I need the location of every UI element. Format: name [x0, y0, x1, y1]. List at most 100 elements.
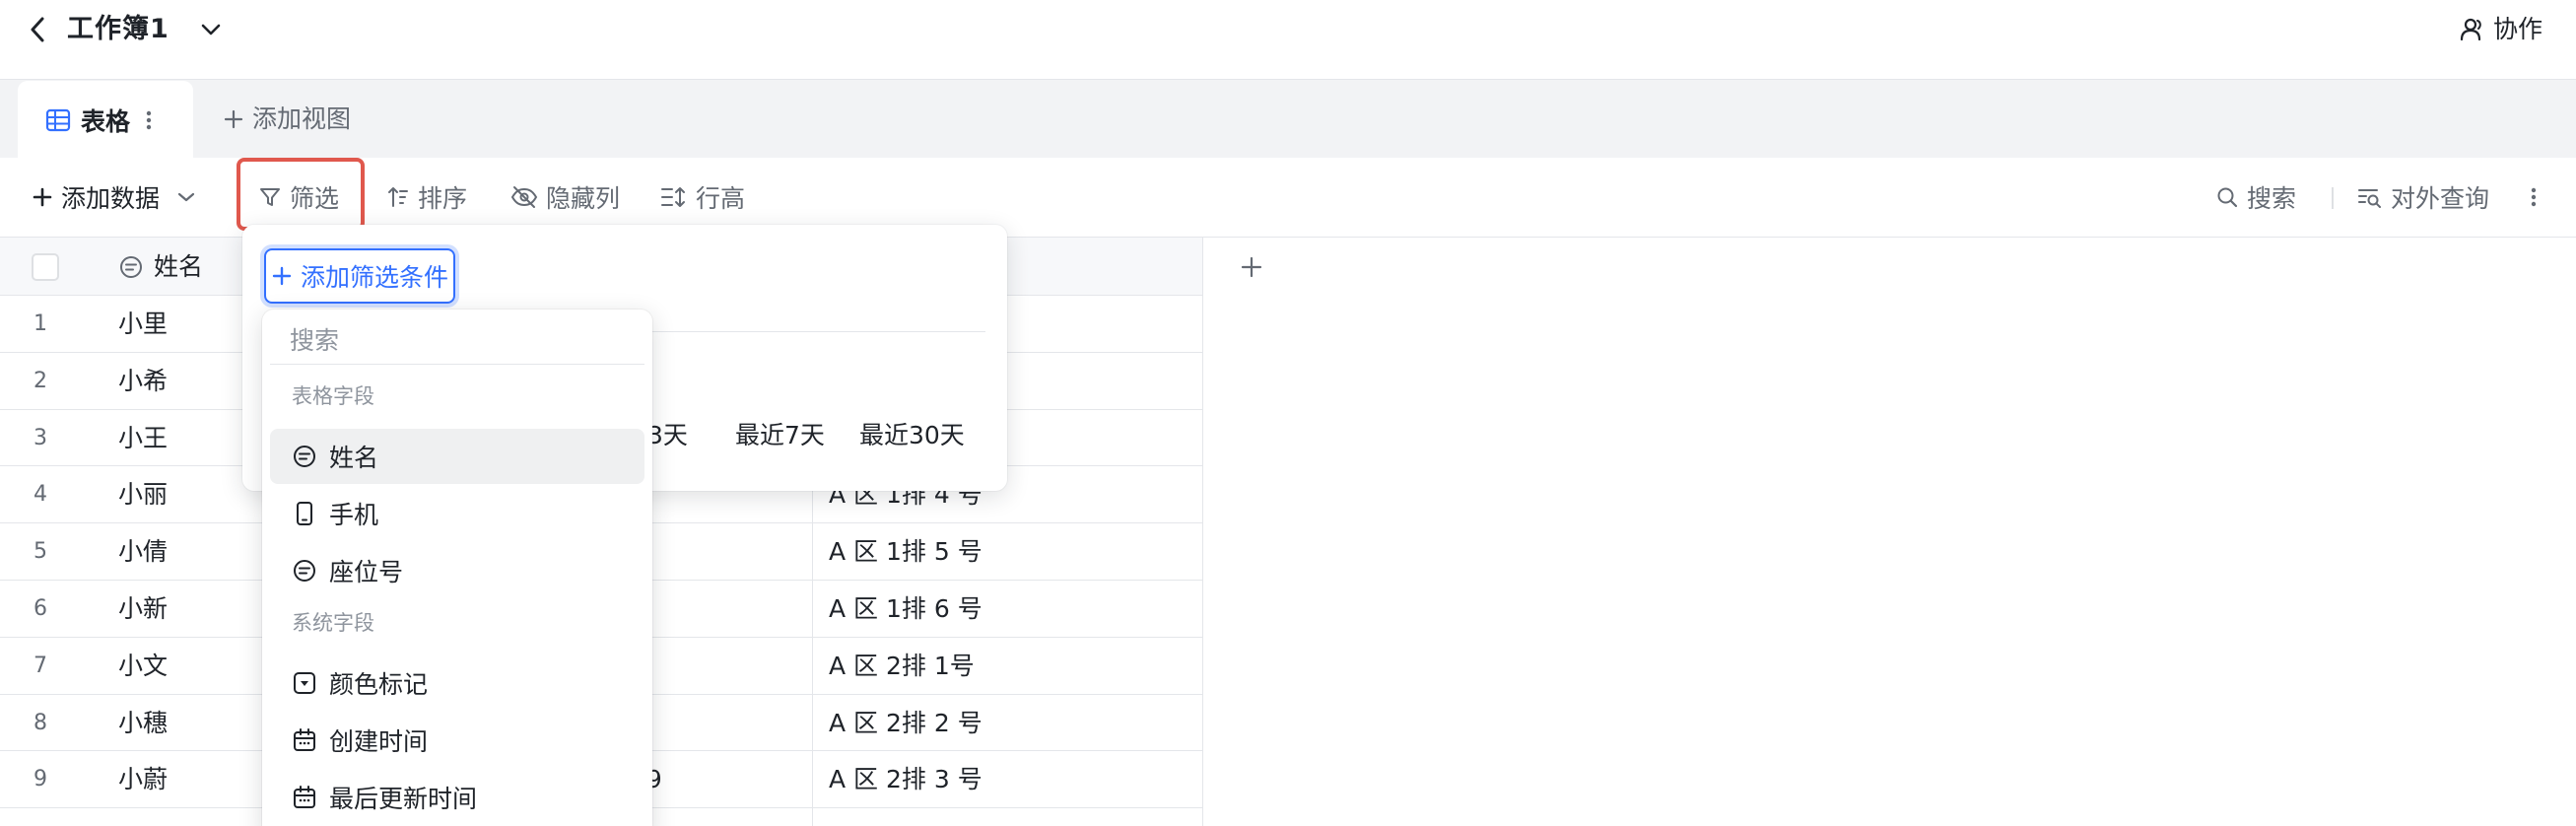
plus-icon: [32, 186, 53, 208]
row-number: 8: [34, 710, 47, 735]
phone-field-icon: [292, 501, 317, 526]
top-bar: 工作簿1 协作: [0, 0, 2576, 79]
cell-seat[interactable]: [812, 808, 1202, 826]
workbook-menu-button[interactable]: [197, 14, 225, 45]
collaborate-label: 协作: [2492, 15, 2542, 43]
column-divider: [1202, 296, 1203, 826]
cell-name[interactable]: 小倩: [118, 523, 168, 580]
text-field-icon: [292, 558, 317, 584]
select-all-checkbox[interactable]: [32, 253, 59, 281]
chevron-down-icon: [201, 24, 221, 35]
hide-columns-button[interactable]: 隐藏列: [510, 173, 620, 221]
more-options-button[interactable]: [2531, 173, 2537, 221]
add-view-label: 添加视图: [252, 104, 352, 133]
add-data-label: 添加数据: [61, 184, 161, 213]
workbook-title[interactable]: 工作簿1: [67, 8, 169, 51]
sort-label: 排序: [418, 184, 468, 213]
back-button[interactable]: [22, 12, 53, 47]
cell-seat[interactable]: A 区 2排 2 号: [812, 694, 1202, 751]
search-icon: [2215, 185, 2239, 209]
plus-icon: [271, 265, 293, 287]
row-height-label: 行高: [696, 184, 746, 213]
tab-label: 表格: [81, 106, 131, 136]
field-option-label: 最后更新时间: [329, 785, 478, 813]
tab-table-view[interactable]: 表格: [18, 81, 193, 159]
filter-label: 筛选: [290, 184, 340, 213]
add-filter-condition-button[interactable]: 添加筛选条件: [264, 248, 455, 304]
quick-filter-30-days[interactable]: 最近30天: [859, 416, 965, 455]
add-data-button[interactable]: 添加数据: [32, 173, 195, 221]
collaborate-button[interactable]: 协作: [2460, 10, 2542, 49]
field-option-label: 创建时间: [329, 727, 429, 756]
cell-name[interactable]: 小穗: [118, 695, 168, 751]
quick-filter-7-days[interactable]: 最近7天: [735, 416, 825, 455]
cell-name[interactable]: 小希: [118, 353, 168, 409]
row-number: 3: [34, 425, 47, 450]
public-query-label: 对外查询: [2391, 184, 2490, 213]
field-option-phone[interactable]: 手机: [270, 486, 644, 541]
cell-seat[interactable]: A 区 2排 3 号: [812, 751, 1202, 808]
row-number: 9: [34, 767, 47, 792]
field-option-label: 姓名: [329, 444, 379, 472]
cell-name[interactable]: 小丽: [118, 466, 168, 522]
more-vertical-icon[interactable]: [146, 109, 152, 131]
query-icon: [2357, 185, 2383, 209]
row-height-icon: [660, 185, 688, 209]
more-vertical-icon: [2531, 186, 2537, 208]
sort-button[interactable]: 排序: [386, 173, 467, 221]
cell-name[interactable]: 小文: [118, 638, 168, 694]
sort-icon: [386, 185, 410, 209]
table-icon: [45, 107, 71, 133]
field-select-dropdown: 表格字段 姓名 手机 座位号 系统字段 颜色标记 创建时间 最后更新时间: [262, 310, 652, 826]
search-button[interactable]: 搜索: [2215, 173, 2296, 221]
field-option-name[interactable]: 姓名: [270, 429, 644, 484]
cell-seat[interactable]: A 区 2排 1号: [812, 637, 1202, 694]
filter-icon: [258, 185, 282, 209]
eye-off-icon: [510, 185, 538, 209]
row-number: 1: [34, 311, 47, 336]
plus-icon: [1240, 255, 1263, 279]
column-header-label: 姓名: [154, 252, 204, 281]
row-number: 5: [34, 539, 47, 565]
add-view-button[interactable]: 添加视图: [223, 100, 351, 139]
plus-icon: [223, 108, 244, 130]
row-number: 6: [34, 595, 47, 621]
chevron-down-icon[interactable]: [177, 191, 195, 203]
search-label: 搜索: [2247, 184, 2297, 213]
field-option-label: 手机: [329, 501, 379, 529]
cell-name[interactable]: 小里: [118, 296, 168, 352]
field-option-seat[interactable]: 座位号: [270, 543, 644, 598]
row-number: 4: [34, 482, 47, 508]
grid-header-empty: [1202, 238, 2576, 297]
view-tab-bar: 表格 添加视图: [0, 79, 2576, 159]
text-field-icon: [292, 444, 317, 469]
user-icon: [2460, 17, 2485, 42]
table-fields-group-label: 表格字段: [292, 384, 374, 408]
cell-seat[interactable]: A 区 1排 5 号: [812, 523, 1202, 581]
add-column-button[interactable]: [1234, 249, 1269, 285]
system-fields-group-label: 系统字段: [292, 611, 374, 635]
cell-name[interactable]: 小王: [118, 410, 168, 466]
calendar-icon: [292, 785, 317, 810]
row-number: 7: [34, 653, 47, 678]
field-search-input[interactable]: [270, 317, 644, 365]
hide-columns-label: 隐藏列: [546, 184, 621, 213]
calendar-icon: [292, 727, 317, 753]
row-height-button[interactable]: 行高: [660, 173, 745, 221]
cell-name[interactable]: 小蔚: [118, 751, 168, 807]
toolbar-divider: [2332, 187, 2334, 209]
row-number: 2: [34, 368, 47, 393]
field-option-updated-time[interactable]: 最后更新时间: [270, 770, 644, 825]
cell-seat[interactable]: A 区 1排 6 号: [812, 580, 1202, 637]
filter-button[interactable]: 筛选: [258, 173, 339, 221]
text-field-icon: [118, 254, 144, 280]
public-query-button[interactable]: 对外查询: [2357, 173, 2489, 221]
field-option-label: 座位号: [329, 558, 404, 586]
field-option-color-mark[interactable]: 颜色标记: [270, 655, 644, 711]
cell-name[interactable]: 小新: [118, 581, 168, 637]
column-header-name[interactable]: 姓名: [118, 247, 203, 287]
chevron-left-icon: [30, 17, 45, 42]
field-option-created-time[interactable]: 创建时间: [270, 713, 644, 768]
color-mark-icon: [292, 670, 317, 696]
field-option-label: 颜色标记: [329, 670, 429, 699]
